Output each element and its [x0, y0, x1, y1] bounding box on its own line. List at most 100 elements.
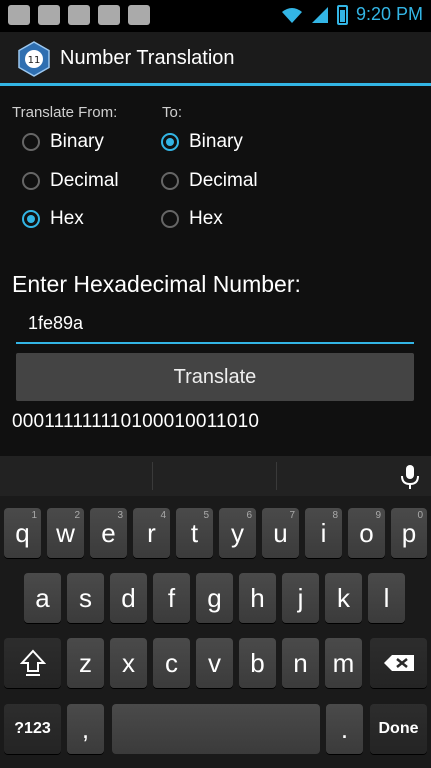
key-g[interactable]: g: [196, 573, 233, 623]
radio-circle: [22, 172, 40, 190]
main-content: Translate From: To: Binary Decimal Hex B…: [0, 86, 431, 456]
key-e[interactable]: e3: [90, 508, 127, 558]
key-hint: 1: [31, 510, 37, 521]
key-label: p: [401, 517, 417, 548]
soft-keyboard: q1 w2 e3 r4 t5 y6 u7 i8 o9 p0 a s d f g …: [0, 456, 431, 768]
status-right: 9:20 PM: [281, 4, 423, 25]
key-q[interactable]: q1: [4, 508, 41, 558]
radio-label: Hex: [189, 208, 223, 229]
radio-circle-selected: [161, 133, 179, 151]
mail-icon: [8, 5, 30, 25]
key-label: q: [15, 517, 30, 548]
status-time: 9:20 PM: [355, 4, 423, 24]
symbols-key[interactable]: ?123: [4, 704, 61, 754]
from-radio-hex[interactable]: Hex: [22, 208, 84, 230]
key-hint: 6: [246, 510, 252, 521]
clipboard-icon: [128, 5, 150, 25]
key-d[interactable]: d: [110, 573, 147, 623]
key-hint: 4: [160, 510, 166, 521]
microphone-icon[interactable]: [399, 464, 421, 490]
status-bar: 9:20 PM: [0, 0, 431, 32]
to-label: To:: [162, 104, 183, 121]
key-j[interactable]: j: [282, 573, 319, 623]
key-label: t: [190, 517, 199, 548]
shift-icon: [19, 649, 46, 676]
key-o[interactable]: o9: [348, 508, 385, 558]
key-v[interactable]: v: [196, 638, 233, 688]
radio-circle-selected: [22, 210, 40, 228]
key-s[interactable]: s: [67, 573, 104, 623]
translate-button[interactable]: Translate: [16, 353, 414, 401]
backspace-icon: [383, 655, 414, 671]
key-h[interactable]: h: [239, 573, 276, 623]
signal-icon: [311, 6, 328, 23]
radio-circle: [161, 210, 179, 228]
action-bar: 11 Number Translation: [0, 32, 431, 86]
key-i[interactable]: i8: [305, 508, 342, 558]
suggestion-divider: [152, 462, 153, 490]
sms-icon: [38, 5, 60, 25]
android-icon: [98, 5, 120, 25]
from-radio-binary[interactable]: Binary: [22, 131, 104, 153]
to-radio-hex[interactable]: Hex: [161, 208, 223, 230]
key-a[interactable]: a: [24, 573, 61, 623]
number-input-value: 1fe89a: [28, 313, 84, 333]
key-label: e: [101, 517, 116, 548]
key-m[interactable]: m: [325, 638, 362, 688]
key-hint: 2: [74, 510, 80, 521]
key-b[interactable]: b: [239, 638, 276, 688]
key-n[interactable]: n: [282, 638, 319, 688]
shift-key[interactable]: [4, 638, 61, 688]
key-x[interactable]: x: [110, 638, 147, 688]
key-u[interactable]: u7: [262, 508, 299, 558]
key-label: w: [56, 517, 75, 548]
key-label: r: [147, 517, 156, 548]
key-c[interactable]: c: [153, 638, 190, 688]
key-label: u: [273, 517, 288, 548]
to-radio-decimal[interactable]: Decimal: [161, 170, 258, 192]
radio-label: Binary: [189, 131, 243, 152]
key-hint: 8: [332, 510, 338, 521]
battery-icon: [336, 4, 348, 25]
key-hint: 3: [117, 510, 123, 521]
key-y[interactable]: y6: [219, 508, 256, 558]
enter-number-prompt: Enter Hexadecimal Number:: [12, 271, 301, 297]
key-r[interactable]: r4: [133, 508, 170, 558]
key-w[interactable]: w2: [47, 508, 84, 558]
key-f[interactable]: f: [153, 573, 190, 623]
backspace-key[interactable]: [370, 638, 427, 688]
key-p[interactable]: p0: [391, 508, 427, 558]
app-title: Number Translation: [60, 47, 235, 69]
done-key[interactable]: Done: [370, 704, 427, 754]
usb-icon: [68, 5, 90, 25]
period-key[interactable]: .: [326, 704, 363, 754]
radio-label: Decimal: [189, 170, 258, 191]
notification-icons: [8, 5, 150, 25]
svg-text:11: 11: [28, 55, 41, 66]
key-label: o: [359, 517, 374, 548]
suggestion-strip: [0, 456, 431, 496]
comma-key[interactable]: ,: [67, 704, 104, 754]
key-l[interactable]: l: [368, 573, 405, 623]
app-logo-icon: 11: [18, 41, 50, 77]
space-bar[interactable]: [112, 704, 320, 754]
key-t[interactable]: t5: [176, 508, 213, 558]
number-input[interactable]: 1fe89a: [16, 304, 414, 344]
to-radio-binary[interactable]: Binary: [161, 131, 243, 153]
key-z[interactable]: z: [67, 638, 104, 688]
key-k[interactable]: k: [325, 573, 362, 623]
key-label: i: [320, 517, 327, 548]
radio-circle: [22, 133, 40, 151]
key-hint: 9: [375, 510, 381, 521]
radio-label: Binary: [50, 131, 104, 152]
radio-label: Hex: [50, 208, 84, 229]
translate-from-label: Translate From:: [12, 104, 118, 121]
key-hint: 7: [289, 510, 295, 521]
key-label: y: [231, 517, 244, 548]
wifi-icon: [281, 7, 302, 23]
radio-circle: [161, 172, 179, 190]
from-radio-decimal[interactable]: Decimal: [22, 170, 119, 192]
radio-label: Decimal: [50, 170, 119, 191]
key-hint: 0: [417, 510, 423, 521]
translation-result: 000111111110100010011010: [12, 411, 260, 432]
